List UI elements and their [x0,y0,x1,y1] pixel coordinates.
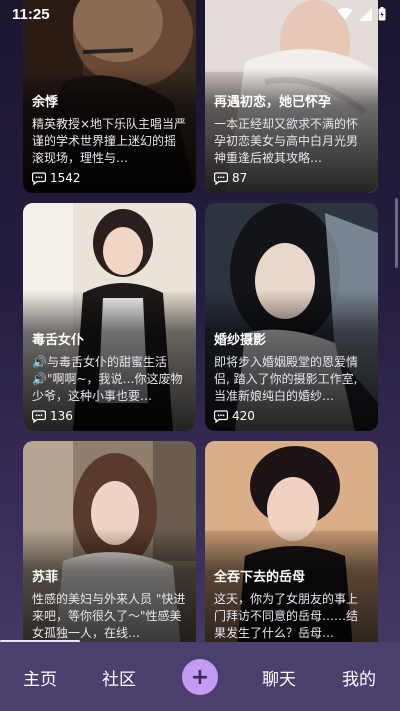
nav-chat[interactable]: 聊天 [262,665,296,690]
card-info: 余悸 精英教授×地下乐队主唱当严谨的学术世界撞上迷幻的摇滚现场，理性与… 154… [32,91,187,185]
status-time: 11:25 [12,5,50,23]
create-button[interactable]: + [182,659,218,695]
card-mother-in-law[interactable]: 全吞下去的岳母 这天，你为了女朋友的事上门拜访不同意的岳母……结果发生了什么？岳… [205,441,378,642]
nav-community[interactable]: 社区 [102,665,136,690]
plus-icon: + [190,664,210,690]
card-stat: 1542 [32,171,187,185]
card-title: 婚纱摄影 [214,333,267,348]
nav-mine[interactable]: 我的 [342,665,376,690]
card-info: 苏菲 性感的美妇与外来人员 "快进来吧，等你很久了～"性感美女孤独一人，在线… [32,566,187,642]
card-stat: 87 [214,171,369,185]
status-icons [337,7,386,21]
card-maid[interactable]: 毒舌女仆 🔊与毒舌女仆的甜蜜生活🔊"啊啊~，我说…你这废物少爷，这种小事也要… … [23,203,196,431]
card-stat: 420 [214,409,369,423]
card-desc: 一本正经却又欲求不满的怀孕初恋美女与高中白月光男神重逢后被其攻略… [214,117,359,165]
card-info: 全吞下去的岳母 这天，你为了女朋友的事上门拜访不同意的岳母……结果发生了什么？岳… [214,566,369,642]
comment-count: 420 [232,409,255,423]
card-title: 全吞下去的岳母 [214,570,306,585]
card-wedding-photo[interactable]: 婚纱摄影 即将步入婚姻殿堂的恩爱情侣, 踏入了你的摄影工作室, 当准新娘纯白的婚… [205,203,378,431]
comment-count: 1542 [50,171,81,185]
comment-bubble-icon [32,409,46,423]
card-stat: 136 [32,409,187,423]
card-desc: 🔊与毒舌女仆的甜蜜生活🔊"啊啊~，我说…你这废物少爷，这种小事也要… [32,355,183,403]
comment-bubble-icon [214,171,228,185]
card-sophie[interactable]: 苏菲 性感的美妇与外来人员 "快进来吧，等你很久了～"性感美女孤独一人，在线… [23,441,196,642]
card-title: 苏菲 [32,570,59,585]
card-info: 再遇初恋，她已怀孕 一本正经却又欲求不满的怀孕初恋美女与高中白月光男神重逢后被其… [214,91,369,185]
comment-bubble-icon [214,409,228,423]
nav-home[interactable]: 主页 [23,665,57,690]
card-desc: 精英教授×地下乐队主唱当严谨的学术世界撞上迷幻的摇滚现场，理性与… [32,117,187,165]
card-desc: 即将步入婚姻殿堂的恩爱情侣, 踏入了你的摄影工作室, 当准新娘纯白的婚纱… [214,355,359,403]
battery-icon [378,7,386,21]
card-desc: 这天，你为了女朋友的事上门拜访不同意的岳母……结果发生了什么？岳母… [214,592,359,640]
card-info: 婚纱摄影 即将步入婚姻殿堂的恩爱情侣, 踏入了你的摄影工作室, 当准新娘纯白的婚… [214,329,369,423]
scrollbar[interactable] [395,198,398,268]
status-bar: 11:25 [0,0,400,28]
card-yuji[interactable]: 余悸 精英教授×地下乐队主唱当严谨的学术世界撞上迷幻的摇滚现场，理性与… 154… [23,0,196,193]
card-desc: 性感的美妇与外来人员 "快进来吧，等你很久了～"性感美女孤独一人，在线… [32,592,186,640]
wifi-icon [337,7,353,20]
card-reunion[interactable]: 再遇初恋，她已怀孕 一本正经却又欲求不满的怀孕初恋美女与高中白月光男神重逢后被其… [205,0,378,193]
feed-grid: 余悸 精英教授×地下乐队主唱当严谨的学术世界撞上迷幻的摇滚现场，理性与… 154… [0,0,400,642]
comment-count: 136 [50,409,73,423]
card-title: 毒舌女仆 [32,333,85,348]
comment-bubble-icon [32,171,46,185]
card-title: 余悸 [32,95,59,110]
comment-count: 87 [232,171,248,185]
card-title: 再遇初恋，她已怀孕 [214,95,332,110]
bottom-nav: 主页 社区 + 聊天 我的 [0,642,400,711]
signal-icon [359,7,372,21]
card-info: 毒舌女仆 🔊与毒舌女仆的甜蜜生活🔊"啊啊~，我说…你这废物少爷，这种小事也要… … [32,329,187,423]
